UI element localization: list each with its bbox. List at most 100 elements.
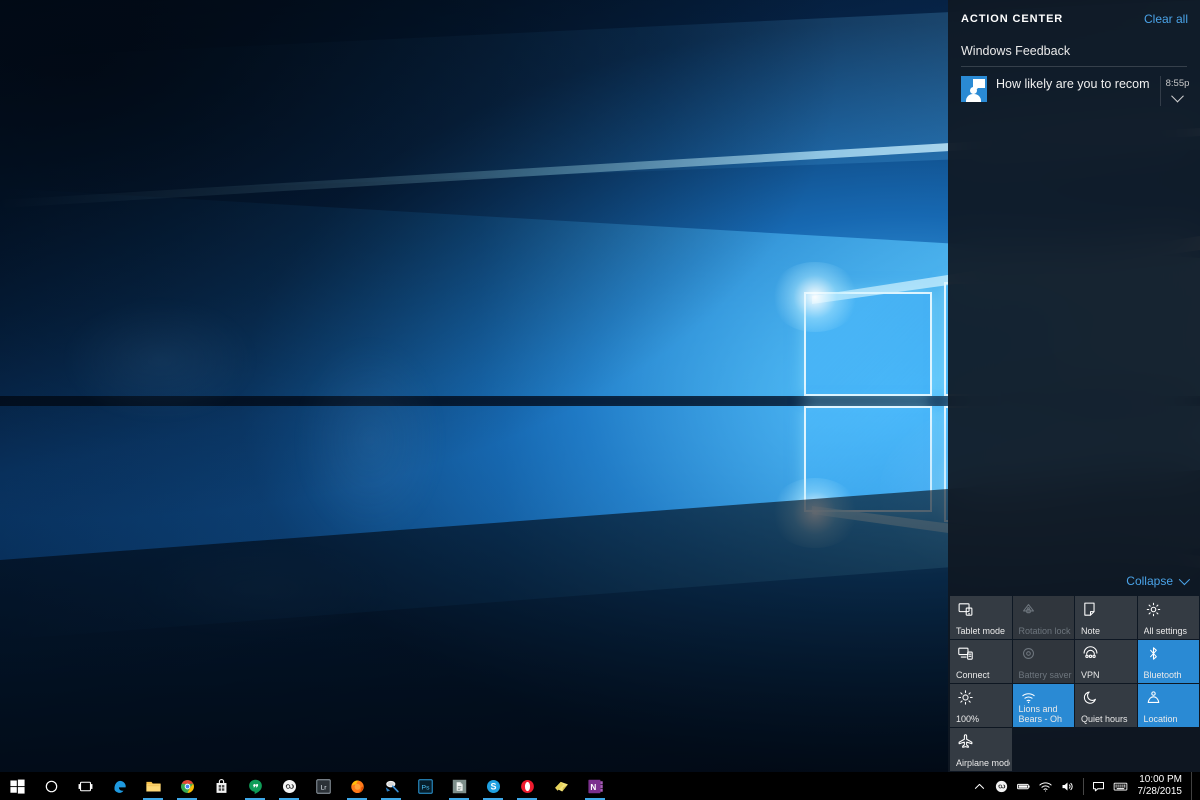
quick-actions-grid[interactable]: Tablet mode Rotation lock Note All settings… — [948, 596, 1200, 772]
quick-action-tile-battery-saver: Battery saver — [1012, 640, 1075, 683]
notification-meta: 8:55p — [1160, 76, 1194, 106]
quick-action-label: Battery saver — [1018, 670, 1072, 680]
moon-icon — [1082, 689, 1137, 706]
rotation-lock-icon — [1020, 601, 1075, 618]
battery-icon — [1016, 779, 1031, 794]
quick-action-tile-location[interactable]: Location — [1137, 684, 1200, 727]
feedback-person-icon — [961, 76, 987, 102]
svg-text:Ps: Ps — [421, 784, 430, 791]
quick-action-label: Lions and Bears - Oh My! — [1018, 704, 1063, 725]
system-tray[interactable]: 10:00 PM 7/28/2015 — [969, 772, 1200, 800]
firefox-icon — [349, 778, 366, 795]
quick-action-tile-airplane-mode[interactable]: Airplane mode — [950, 728, 1012, 771]
tray-button-show-hidden-icons[interactable] — [969, 772, 991, 800]
svg-text:S: S — [490, 781, 496, 791]
taskbar-button-start[interactable] — [0, 772, 34, 800]
taskbar-button-document-app[interactable] — [442, 772, 476, 800]
note-icon — [1082, 601, 1137, 618]
keyboard-icon — [1113, 779, 1128, 794]
speaker-icon — [1060, 779, 1075, 794]
taskbar-button-hangouts[interactable] — [238, 772, 272, 800]
cortana-circle-icon — [43, 778, 60, 795]
quick-action-tile-bluetooth[interactable]: Bluetooth — [1137, 640, 1199, 683]
clear-all-button[interactable]: Clear all — [1144, 12, 1188, 26]
taskbar-button-opera[interactable] — [510, 772, 544, 800]
taskbar-button-skype[interactable]: S — [476, 772, 510, 800]
connect-icon — [957, 645, 1012, 662]
tray-divider — [1082, 777, 1084, 795]
wifi-icon — [1038, 779, 1053, 794]
infinity-icon — [281, 778, 298, 795]
quick-action-label: 100% — [956, 714, 980, 724]
airplane-icon — [957, 733, 1012, 750]
quick-action-tile-lions-and-bears-oh-my[interactable]: Lions and Bears - Oh My! — [1012, 684, 1074, 727]
taskbar[interactable]: Lr Ps S N 10:00 PM 7/28/2015 — [0, 772, 1200, 800]
tablet-mode-icon — [957, 601, 1012, 618]
notification-group: Windows Feedback How likely are you to r… — [948, 36, 1200, 115]
action-center-header: ACTION CENTER Clear all — [948, 0, 1200, 36]
notification-item[interactable]: How likely are you to recommend M 8:55p — [948, 67, 1200, 115]
quick-action-tile-quiet-hours[interactable]: Quiet hours — [1075, 684, 1137, 727]
quick-action-label: Bluetooth — [1143, 670, 1182, 680]
quick-action-label: VPN — [1081, 670, 1100, 680]
action-center-panel[interactable]: ACTION CENTER Clear all Windows Feedback… — [948, 0, 1200, 772]
taskbar-button-infinity-app[interactable] — [272, 772, 306, 800]
document-icon — [451, 778, 468, 795]
chevron-down-icon[interactable] — [1171, 89, 1184, 103]
taskbar-button-file-explorer[interactable] — [136, 772, 170, 800]
show-desktop-button[interactable] — [1191, 772, 1198, 800]
quick-action-tile-vpn[interactable]: VPN — [1075, 640, 1137, 683]
quick-action-tile-100[interactable]: 100% — [950, 684, 1012, 727]
lightroom-icon: Lr — [315, 778, 332, 795]
onenote-icon: N — [587, 778, 604, 795]
quick-action-label: Connect — [956, 670, 990, 680]
tray-button-network[interactable] — [1035, 772, 1057, 800]
tray-button-battery[interactable] — [1013, 772, 1035, 800]
action-center-title: ACTION CENTER — [961, 13, 1064, 25]
taskbar-button-firefox[interactable] — [340, 772, 374, 800]
quick-action-label: Location — [1143, 714, 1178, 724]
taskbar-button-edge[interactable] — [102, 772, 136, 800]
taskbar-button-onenote[interactable]: N — [578, 772, 612, 800]
quick-action-tile-note[interactable]: Note — [1075, 596, 1137, 639]
quick-action-label: Note — [1081, 626, 1101, 636]
quick-action-tile-all-settings[interactable]: All settings — [1137, 596, 1200, 639]
task-view-icon — [77, 778, 94, 795]
location-icon — [1145, 689, 1200, 706]
tray-button-action-center[interactable] — [1088, 772, 1110, 800]
photoshop-icon: Ps — [417, 778, 434, 795]
skype-icon: S — [485, 778, 502, 795]
clock-date: 7/28/2015 — [1137, 786, 1183, 797]
taskbar-button-photoshop[interactable]: Ps — [408, 772, 442, 800]
taskbar-button-cortana[interactable] — [34, 772, 68, 800]
notification-group-title[interactable]: Windows Feedback — [948, 36, 1200, 66]
taskbar-button-lightroom[interactable]: Lr — [306, 772, 340, 800]
taskbar-button-chrome[interactable] — [170, 772, 204, 800]
tray-button-volume[interactable] — [1057, 772, 1079, 800]
quick-action-tile-tablet-mode[interactable]: Tablet mode — [950, 596, 1012, 639]
taskbar-button-task-view[interactable] — [68, 772, 102, 800]
quick-action-tile-connect[interactable]: Connect — [950, 640, 1012, 683]
taskbar-button-store[interactable] — [204, 772, 238, 800]
quick-action-tile-rotation-lock: Rotation lock — [1012, 596, 1075, 639]
taskbar-button-snagit[interactable] — [374, 772, 408, 800]
snagit-icon — [383, 778, 400, 795]
taskbar-empty-area[interactable] — [612, 772, 969, 800]
infinity-icon — [994, 779, 1009, 794]
store-bag-icon — [213, 778, 230, 795]
quick-action-label: Tablet mode — [956, 626, 1006, 636]
svg-text:N: N — [590, 782, 596, 791]
sticky-notes-icon — [553, 778, 570, 795]
clock-button[interactable]: 10:00 PM 7/28/2015 — [1132, 772, 1192, 800]
battery-saver-icon — [1020, 645, 1075, 662]
quick-action-tile-empty — [1138, 728, 1200, 771]
gear-icon — [1145, 601, 1200, 618]
edge-icon — [111, 778, 128, 795]
action-center-icon — [1091, 779, 1106, 794]
taskbar-button-sticky-notes[interactable] — [544, 772, 578, 800]
collapse-button[interactable]: Collapse — [948, 573, 1200, 596]
opera-icon — [519, 778, 536, 795]
tray-button-touch-keyboard[interactable] — [1110, 772, 1132, 800]
tray-button-tray-app[interactable] — [991, 772, 1013, 800]
taskbar-buttons[interactable]: Lr Ps S N — [0, 772, 612, 800]
